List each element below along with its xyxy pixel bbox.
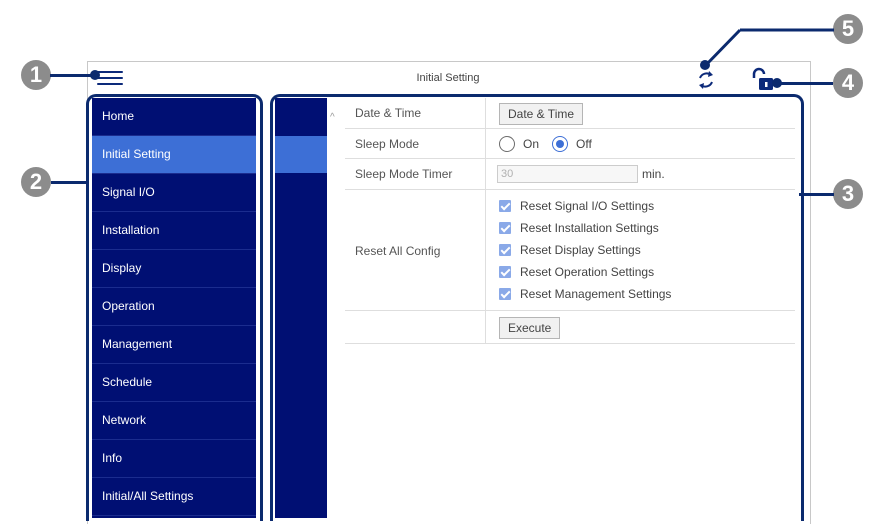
- callout-5-dot: [700, 60, 710, 70]
- callout-4-dot: [772, 78, 782, 88]
- callout-1-leader: [50, 74, 95, 77]
- content-bracket: [270, 94, 804, 521]
- callout-5-leader: [703, 28, 834, 68]
- callout-1-dot: [90, 70, 100, 80]
- sidebar-bracket: [86, 94, 263, 521]
- callout-1: 1: [21, 60, 51, 90]
- callout-2-leader: [51, 181, 88, 184]
- callout-2: 2: [21, 167, 51, 197]
- callout-4: 4: [833, 68, 863, 98]
- refresh-icon[interactable]: [694, 68, 718, 92]
- callout-3-leader: [799, 193, 834, 196]
- callout-4-leader: [776, 82, 833, 85]
- callout-3: 3: [833, 179, 863, 209]
- hamburger-icon[interactable]: [97, 70, 125, 88]
